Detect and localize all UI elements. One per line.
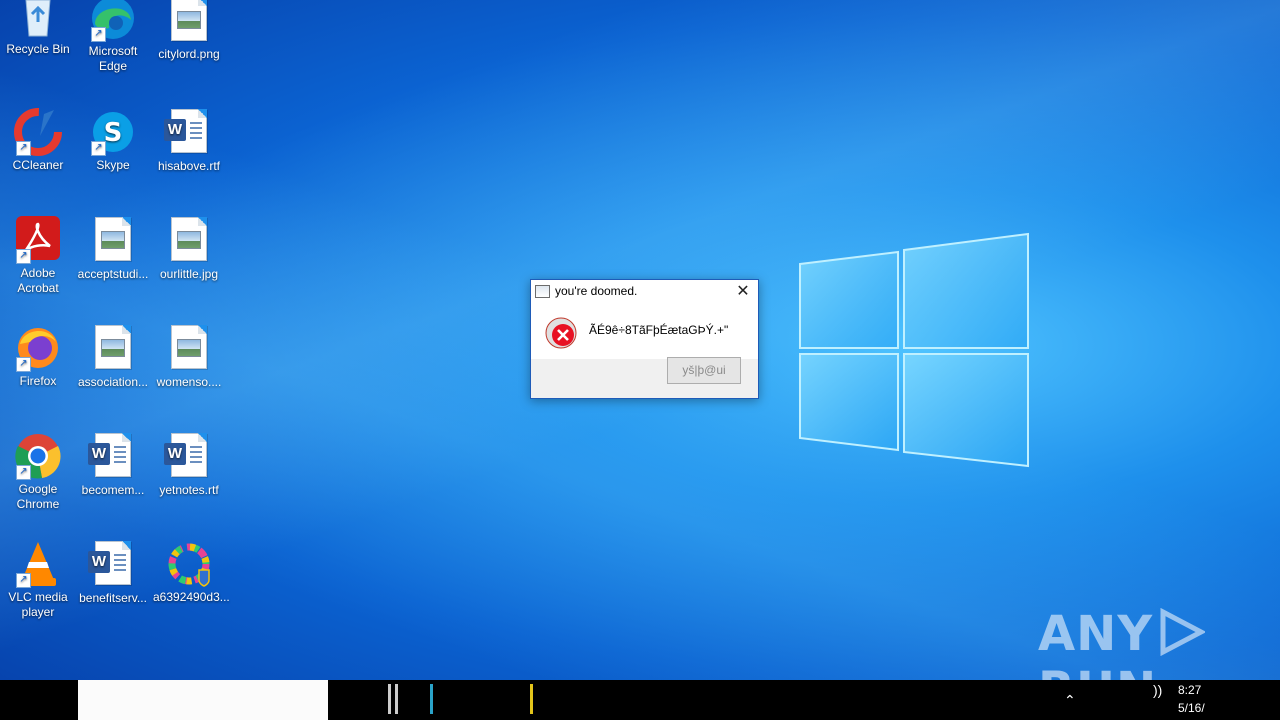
- close-icon: ✕: [736, 283, 750, 300]
- desktop-icon-label: a6392490d3...: [153, 590, 230, 604]
- desktop-icon-adobe-acrobat[interactable]: ↗ Adobe Acrobat: [1, 214, 75, 314]
- image-file-icon: [89, 217, 137, 265]
- error-icon: [545, 317, 577, 349]
- colorful-ring-icon: [165, 540, 213, 588]
- desktop-icon-recycle-bin[interactable]: Recycle Bin: [1, 0, 75, 100]
- taskbar[interactable]: ⌃ )) 8:27 5/16/: [0, 680, 1280, 720]
- shortcut-arrow-icon: ↗: [16, 141, 31, 156]
- desktop-icon-yetnotes[interactable]: W yetnotes.rtf: [152, 430, 226, 530]
- taskbar-search-area[interactable]: [78, 680, 328, 720]
- taskbar-glitch-artifact: [430, 684, 433, 714]
- desktop-icon-label: becomem...: [81, 483, 145, 497]
- desktop-icon-a6392490d3[interactable]: a6392490d3...: [152, 538, 230, 638]
- desktop-icon-hisabove[interactable]: W hisabove.rtf: [152, 106, 226, 206]
- desktop-icon-label: Google Chrome: [16, 482, 60, 511]
- desktop-icon-label: acceptstudi...: [77, 267, 149, 281]
- taskbar-clock[interactable]: 8:27 5/16/: [1178, 681, 1205, 717]
- desktop-icon-firefox[interactable]: ↗ Firefox: [1, 322, 75, 422]
- dialog-message-area: ÃÉ9ê÷8TãFþÉætaGÞÝ.+": [531, 303, 758, 359]
- vlc-icon: ↗: [14, 540, 62, 588]
- desktop-icon-label: Adobe Acrobat: [17, 266, 59, 295]
- word-document-icon: W: [164, 433, 213, 481]
- word-document-icon: W: [88, 541, 137, 589]
- shortcut-arrow-icon: ↗: [91, 27, 106, 42]
- shortcut-arrow-icon: ↗: [91, 141, 106, 156]
- desktop-icon-label: hisabove.rtf: [157, 159, 221, 173]
- firefox-icon: ↗: [14, 324, 62, 372]
- desktop-icon-label: association...: [77, 375, 149, 389]
- recycle-bin-icon: [14, 0, 62, 40]
- windows-logo-wallpaper: [799, 232, 1029, 468]
- desktop-icon-microsoft-edge[interactable]: ↗ Microsoft Edge: [76, 0, 150, 100]
- dialog-message: ÃÉ9ê÷8TãFþÉætaGÞÝ.+": [589, 323, 729, 337]
- taskbar-glitch-artifact: [388, 684, 391, 714]
- clock-time: 8:27: [1178, 683, 1202, 697]
- desktop-icon-label: CCleaner: [12, 158, 64, 172]
- edge-icon: ↗: [89, 0, 137, 42]
- image-file-icon: [165, 217, 213, 265]
- shortcut-arrow-icon: ↗: [16, 357, 31, 372]
- desktop-icon-label: Recycle Bin: [6, 42, 70, 56]
- word-document-icon: W: [88, 433, 137, 481]
- desktop-icon-vlc[interactable]: ↗ VLC media player: [1, 538, 75, 638]
- shortcut-arrow-icon: ↗: [16, 573, 31, 588]
- svg-text:S: S: [104, 118, 123, 148]
- desktop-icon-citylord[interactable]: citylord.png: [152, 0, 226, 100]
- desktop-icon-label: yetnotes.rtf: [159, 483, 219, 497]
- play-logo-icon: [1160, 608, 1206, 656]
- acrobat-icon: ↗: [14, 216, 62, 264]
- desktop-icon-label: Firefox: [19, 374, 57, 388]
- image-file-icon: [89, 325, 137, 373]
- taskbar-glitch-artifact: [530, 684, 533, 714]
- taskbar-glitch-artifact: [395, 684, 398, 714]
- desktop-icon-becomem[interactable]: W becomem...: [76, 430, 150, 530]
- desktop-icon-ccleaner[interactable]: ↗ CCleaner: [1, 106, 75, 206]
- desktop-icon-womenso[interactable]: womenso....: [152, 322, 226, 422]
- image-file-icon: [165, 0, 213, 45]
- desktop-icon-label: Microsoft Edge: [88, 44, 138, 73]
- window-app-icon: [535, 285, 550, 298]
- clock-date: 5/16/: [1178, 701, 1205, 715]
- ccleaner-icon: ↗: [14, 108, 62, 156]
- chevron-up-icon[interactable]: ⌃: [1064, 692, 1076, 709]
- desktop-icon-label: Skype: [96, 158, 130, 172]
- dialog-title: you're doomed.: [555, 284, 638, 298]
- desktop-icon-label: citylord.png: [158, 47, 220, 61]
- desktop-icon-benefitserv[interactable]: W benefitserv...: [76, 538, 150, 638]
- desktop-icon-label: ourlittle.jpg: [159, 267, 219, 281]
- desktop-icon-label: womenso....: [156, 375, 222, 389]
- desktop-icon-skype[interactable]: S ↗ Skype: [76, 106, 150, 206]
- image-file-icon: [165, 325, 213, 373]
- shortcut-arrow-icon: ↗: [16, 465, 31, 480]
- dialog-titlebar[interactable]: you're doomed. ✕: [531, 280, 758, 303]
- chrome-icon: ↗: [14, 432, 62, 480]
- error-dialog[interactable]: you're doomed. ✕ ÃÉ9ê÷8TãFþÉætaGÞÝ.+" yš…: [530, 279, 759, 399]
- desktop-icon-label: benefitserv...: [79, 591, 147, 605]
- network-icon[interactable]: )): [1153, 682, 1162, 698]
- desktop-icon-google-chrome[interactable]: ↗ Google Chrome: [1, 430, 75, 530]
- skype-icon: S ↗: [89, 108, 137, 156]
- dialog-ok-button[interactable]: yš|þ@ui: [667, 357, 741, 384]
- desktop-icon-label: VLC media player: [8, 590, 68, 619]
- close-button[interactable]: ✕: [728, 280, 758, 303]
- desktop-icon-acceptstudi[interactable]: acceptstudi...: [76, 214, 150, 314]
- shortcut-arrow-icon: ↗: [16, 249, 31, 264]
- desktop-icon-association[interactable]: association...: [76, 322, 150, 422]
- watermark-left-text: ANY: [1038, 606, 1154, 662]
- desktop-icon-ourlittle[interactable]: ourlittle.jpg: [152, 214, 226, 314]
- word-document-icon: W: [164, 109, 213, 157]
